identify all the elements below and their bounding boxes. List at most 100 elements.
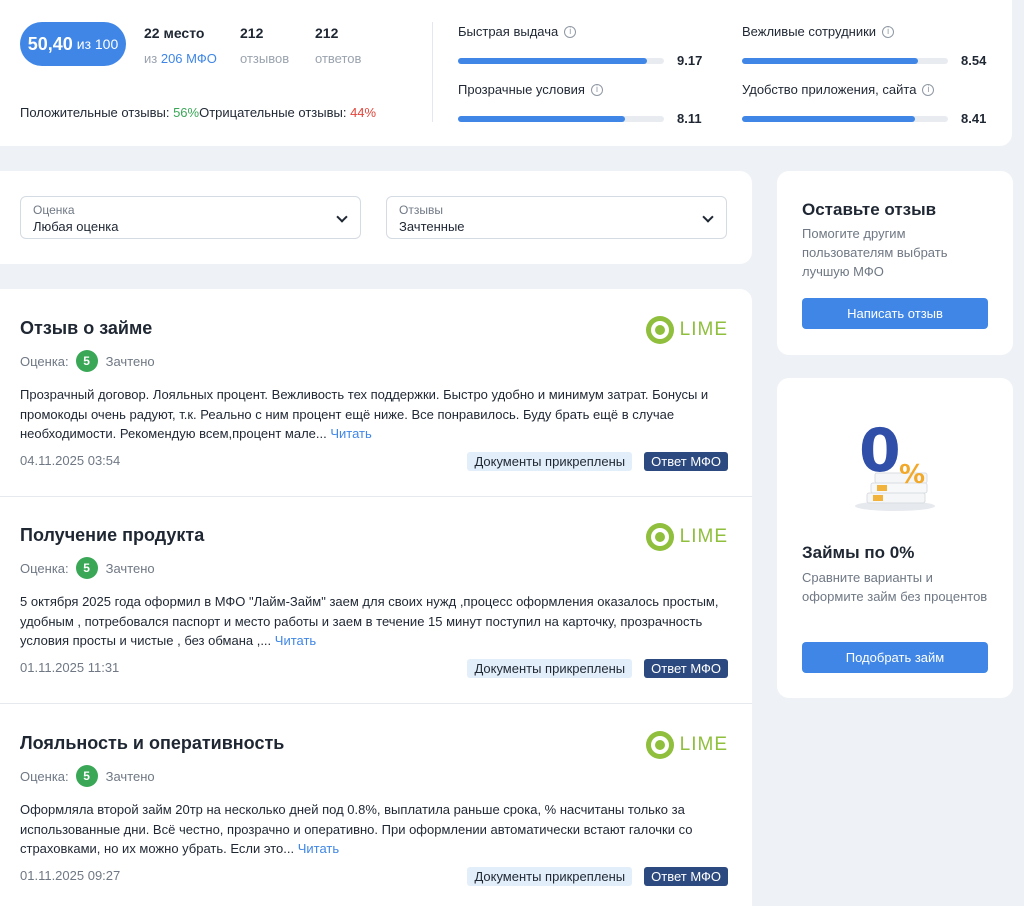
documents-attached-tag: Документы прикреплены <box>467 452 633 471</box>
rating-summary-card: 50,40 из 100 22 место из 206 МФО 212 отз… <box>0 0 1012 146</box>
negative-label: Отрицательные отзывы: <box>199 105 351 120</box>
leave-review-text: Помогите другим пользователям выбрать лу… <box>802 226 948 279</box>
positive-value: 56% <box>173 105 200 120</box>
info-icon[interactable]: i <box>882 25 895 38</box>
review-title[interactable]: Получение продукта <box>20 525 204 546</box>
lime-logo: LIME <box>645 316 728 344</box>
metric-bar <box>742 115 948 122</box>
illustration-percent: % <box>899 460 925 490</box>
metric-value: 8.41 <box>961 111 987 126</box>
review-text: Оформляла второй займ 20тр на несколько … <box>20 800 720 859</box>
review-title[interactable]: Отзыв о займе <box>20 318 152 339</box>
metric-bar-fill <box>458 57 647 64</box>
read-more-link[interactable]: Читать <box>298 841 339 856</box>
read-more-link[interactable]: Читать <box>275 633 316 648</box>
rating-badge: 5 <box>75 765 98 787</box>
reviews-filter-select[interactable]: Отзывы Зачтенные <box>386 196 727 239</box>
summary-divider <box>432 22 433 122</box>
metric-label: Быстрая выдача <box>458 24 559 39</box>
positive-label: Положительные отзывы: <box>20 105 174 120</box>
overall-score-max: из 100 <box>76 36 119 52</box>
review-text-body: Оформляла второй займ 20тр на несколько … <box>20 802 693 856</box>
place-subtitle: из 206 МФО <box>144 51 217 66</box>
place-subtitle-prefix: из <box>144 51 161 66</box>
metric-bar-fill <box>742 57 918 64</box>
lime-logo-text: LIME <box>679 526 728 547</box>
select-caption: Оценка <box>33 203 75 217</box>
metric-transparent-terms: Прозрачные условия i 8.11 <box>458 82 704 126</box>
positive-negative-ratio: Положительные отзывы: 56%Отрицательные о… <box>20 105 376 120</box>
review-item: Отзыв о займе LIME Оценка: 5 Зачтено Прозр… <box>0 289 752 497</box>
illustration-zero: 0 <box>859 416 901 486</box>
metric-bar-fill <box>742 115 916 122</box>
info-icon[interactable]: i <box>590 83 603 96</box>
read-more-link[interactable]: Читать <box>330 426 371 441</box>
place-value: 22 место <box>144 25 205 41</box>
reviews-count-label: отзывов <box>240 51 290 66</box>
mfo-answer-tag[interactable]: Ответ МФО <box>644 452 728 471</box>
metric-label: Прозрачные условия <box>458 82 585 97</box>
lime-logo-text: LIME <box>679 319 728 340</box>
place-stat: 22 место из 206 МФО <box>144 25 217 66</box>
select-value: Зачтенные <box>399 219 465 234</box>
lime-logo-icon <box>645 316 674 344</box>
documents-attached-tag: Документы прикреплены <box>467 867 633 886</box>
review-status: Зачтено <box>105 768 155 784</box>
leave-review-card: Оставьте отзыв Помогите другим пользоват… <box>777 171 1013 355</box>
overall-score-badge: 50,40 из 100 <box>20 22 126 66</box>
metric-app-convenience: Удобство приложения, сайта i 8.41 <box>742 82 988 126</box>
review-status: Зачтено <box>105 560 155 576</box>
review-date: 04.11.2025 03:54 <box>20 453 121 468</box>
write-review-button[interactable]: Написать отзыв <box>802 298 988 329</box>
metric-bar <box>742 57 948 64</box>
info-icon[interactable]: i <box>564 25 577 38</box>
zero-percent-illustration: 0 % <box>855 416 935 511</box>
review-tags: Документы прикреплены Ответ МФО <box>467 659 728 678</box>
review-item: Получение продукта LIME Оценка: 5 Зачтено … <box>0 496 752 704</box>
mfo-answer-tag[interactable]: Ответ МФО <box>644 659 728 678</box>
filters-card: Оценка Любая оценка Отзывы Зачтенные <box>0 171 752 264</box>
review-date: 01.11.2025 11:31 <box>20 660 120 675</box>
reviews-count-stat: 212 отзывов <box>240 25 289 66</box>
review-title[interactable]: Лояльность и оперативность <box>20 733 284 754</box>
metric-fast-issue: Быстрая выдача i 9.17 <box>458 24 704 68</box>
reviews-list: Отзыв о займе LIME Оценка: 5 Зачтено Прозр… <box>0 289 752 906</box>
find-loan-button[interactable]: Подобрать займ <box>802 642 988 673</box>
metric-label: Удобство приложения, сайта <box>742 82 917 97</box>
mfo-answer-tag[interactable]: Ответ МФО <box>644 867 728 886</box>
reviews-count-value: 212 <box>240 25 264 41</box>
metric-bar <box>458 57 664 64</box>
review-status: Зачтено <box>105 353 155 369</box>
review-tags: Документы прикреплены Ответ МФО <box>467 867 728 886</box>
all-mfo-link[interactable]: 206 МФО <box>161 51 217 66</box>
review-text: Прозрачный договор. Лояльных процент. Ве… <box>20 385 720 444</box>
review-rating: Оценка: 5 Зачтено <box>20 765 155 787</box>
info-icon[interactable]: i <box>922 83 935 96</box>
metric-label: Вежливые сотрудники <box>742 24 877 39</box>
review-text: 5 октября 2025 года оформил в МФО "Лайм-… <box>20 592 720 651</box>
lime-logo-icon <box>645 523 674 551</box>
leave-review-title: Оставьте отзыв <box>802 200 937 219</box>
answers-count-value: 212 <box>315 25 339 41</box>
documents-attached-tag: Документы прикреплены <box>467 659 633 678</box>
overall-score-value: 50,40 <box>27 33 73 54</box>
review-rating: Оценка: 5 Зачтено <box>20 350 155 372</box>
review-text-body: 5 октября 2025 года оформил в МФО "Лайм-… <box>20 594 719 648</box>
metric-value: 8.11 <box>677 111 702 126</box>
lime-logo-text: LIME <box>679 734 728 755</box>
metric-polite-staff: Вежливые сотрудники i 8.54 <box>742 24 988 68</box>
rating-label: Оценка: <box>20 768 69 784</box>
zero-percent-loans-card: 0 % Займы по 0% Сравните варианты и офор… <box>777 378 1013 698</box>
rating-label: Оценка: <box>20 353 69 369</box>
metric-value: 9.17 <box>677 53 703 68</box>
zero-loans-title: Займы по 0% <box>802 543 915 562</box>
answers-count-stat: 212 ответов <box>315 25 361 66</box>
rating-filter-select[interactable]: Оценка Любая оценка <box>20 196 361 239</box>
rating-label: Оценка: <box>20 560 69 576</box>
review-rating: Оценка: 5 Зачтено <box>20 557 155 579</box>
zero-loans-text: Сравните варианты и оформите займ без пр… <box>802 570 988 604</box>
lime-logo: LIME <box>645 523 728 551</box>
negative-value: 44% <box>350 105 377 120</box>
rating-badge: 5 <box>75 557 98 579</box>
answers-count-label: ответов <box>315 51 362 66</box>
